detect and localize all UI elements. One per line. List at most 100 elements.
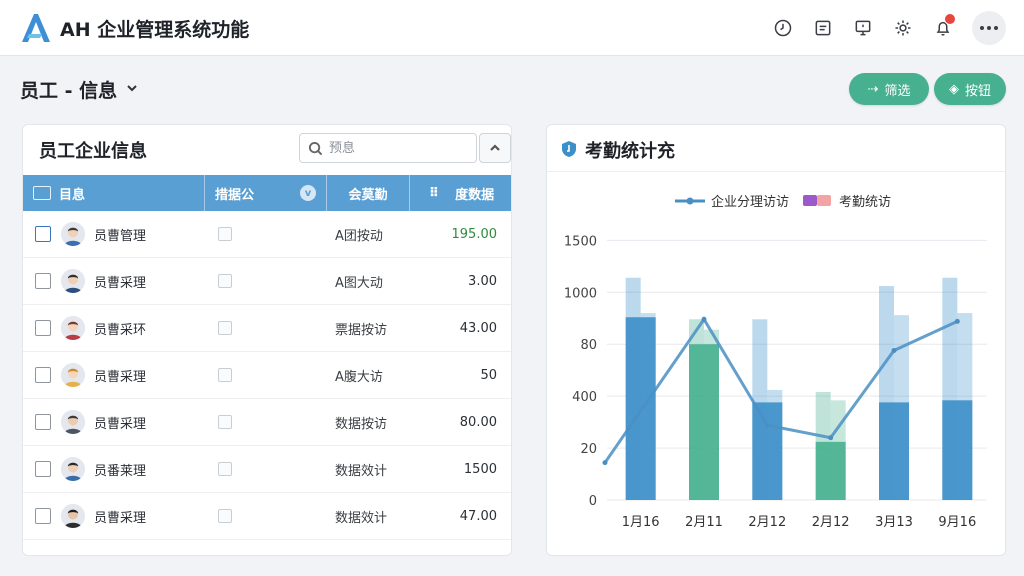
more-icon[interactable] — [972, 11, 1006, 45]
department-cell: 数据效计 — [335, 463, 388, 479]
y-tick-label: 20 — [580, 442, 597, 457]
avatar — [61, 504, 85, 528]
search-icon — [308, 141, 323, 155]
y-tick-label: 400 — [572, 390, 597, 405]
collapse-button[interactable] — [479, 133, 511, 163]
table-card-title: 员工企业信息 — [39, 141, 147, 162]
value-cell: 3.00 — [468, 273, 497, 289]
row-checkbox[interactable] — [35, 414, 51, 430]
monitor-icon[interactable] — [846, 11, 880, 45]
line-point — [954, 318, 960, 324]
top-icons — [766, 11, 1006, 45]
search-box[interactable] — [299, 133, 477, 163]
department-cell: 票据按访 — [335, 322, 388, 338]
clock-icon[interactable] — [766, 11, 800, 45]
x-tick-label: 2月12 — [748, 515, 786, 530]
column-header[interactable]: 会莫勤 — [327, 175, 410, 211]
employee-name: 员曹管理 — [94, 228, 147, 244]
line-point — [701, 316, 707, 322]
shield-icon — [562, 141, 576, 157]
table-row[interactable]: 员曹采理 A腹大访 50 — [23, 352, 511, 399]
column-header[interactable]: ⠿ 度数据 — [410, 175, 511, 211]
row-select-checkbox[interactable] — [218, 509, 232, 523]
table-row[interactable]: 员曹采理 数据效计 47.00 — [23, 493, 511, 540]
avatar — [61, 316, 85, 340]
app-title: AH 企业管理系统功能 — [60, 19, 250, 41]
x-tick-label: 2月12 — [812, 515, 850, 530]
column-header[interactable]: 目息 — [23, 175, 205, 211]
row-select-checkbox[interactable] — [218, 368, 232, 382]
sort-icon[interactable]: v — [300, 185, 316, 201]
calendar-icon — [33, 186, 51, 200]
legend-line-marker — [686, 197, 694, 205]
table-row[interactable]: 员曹管理 A团按动 195.00 — [23, 211, 511, 258]
filter-icon: ⇢ — [867, 81, 879, 97]
column-header-label: 措据公 — [215, 187, 255, 203]
filter-button[interactable]: ⇢ 筛选 — [849, 73, 929, 105]
line-point — [764, 422, 770, 428]
export-button[interactable]: ◈ 按钮 — [934, 73, 1006, 105]
attendance-chart-card: 考勤统计充 企业分理访访 考勤统访 0 20 400 80 1000 1500 1月16 2月11… — [546, 124, 1006, 556]
avatar — [61, 269, 85, 293]
row-select-checkbox[interactable] — [218, 274, 232, 288]
value-cell: 195.00 — [451, 226, 498, 242]
legend-label: 考勤统访 — [839, 195, 891, 210]
top-bar: AH 企业管理系统功能 — [0, 0, 1024, 56]
bar — [815, 441, 846, 500]
chart-card-title: 考勤统计充 — [585, 141, 675, 162]
row-checkbox[interactable] — [35, 226, 51, 242]
employee-name: 员曹采理 — [94, 369, 147, 385]
document-icon[interactable] — [806, 11, 840, 45]
table-body: 员曹管理 A团按动 195.00 员曹采理 A图大动 3.00 员曹采环 票据按访 43.00 员… — [23, 211, 511, 540]
value-cell: 47.00 — [459, 508, 497, 524]
filter-button-label: 筛选 — [884, 83, 911, 99]
row-checkbox[interactable] — [35, 273, 51, 289]
table-row[interactable]: 员番莱理 数据效计 1500 — [23, 446, 511, 493]
row-select-checkbox[interactable] — [218, 227, 232, 241]
legend-label: 企业分理访访 — [711, 194, 789, 210]
employee-name: 员曹采理 — [94, 416, 147, 432]
grid-icon: ⠿ — [428, 185, 440, 201]
employee-table-card: 员工企业信息 目息 措据公 v 会莫勤 ⠿ 度数据 员曹管理 A团按动 195.00… — [22, 124, 512, 556]
legend-bar-swatch — [803, 195, 817, 206]
gear-icon[interactable] — [886, 11, 920, 45]
chevron-down-icon[interactable] — [125, 80, 139, 99]
value-cell: 80.00 — [459, 414, 497, 430]
table-row[interactable]: 员曹采环 票据按访 43.00 — [23, 305, 511, 352]
row-select-checkbox[interactable] — [218, 415, 232, 429]
department-cell: A团按动 — [335, 228, 383, 244]
export-button-label: 按钮 — [964, 83, 991, 99]
row-checkbox[interactable] — [35, 461, 51, 477]
employee-name: 员曹采理 — [94, 510, 147, 526]
column-header-label: 目息 — [59, 187, 86, 203]
table-row[interactable]: 员曹采理 数据按访 80.00 — [23, 399, 511, 446]
line-point — [891, 347, 897, 353]
column-header-label: 度数据 — [455, 187, 495, 203]
department-cell: 数据效计 — [335, 510, 388, 526]
bar — [689, 344, 719, 500]
line-point — [828, 435, 834, 441]
search-input[interactable] — [329, 140, 459, 156]
page-title: 员工 - 信息 — [20, 80, 118, 102]
y-tick-label: 1000 — [564, 286, 597, 301]
row-checkbox[interactable] — [35, 508, 51, 524]
legend-bar-swatch — [817, 195, 831, 206]
y-tick-label: 1500 — [564, 234, 597, 249]
avatar — [61, 363, 85, 387]
y-tick-label: 80 — [580, 338, 597, 353]
y-tick-label: 0 — [589, 494, 597, 509]
drop-icon: ◈ — [948, 81, 959, 97]
bell-icon[interactable] — [926, 11, 960, 45]
row-checkbox[interactable] — [35, 367, 51, 383]
row-checkbox[interactable] — [35, 320, 51, 336]
x-tick-label: 2月11 — [685, 515, 723, 530]
department-cell: A腹大访 — [335, 369, 383, 385]
attendance-chart: 企业分理访访 考勤统访 0 20 400 80 1000 1500 1月16 2月11 2月12 2月… — [564, 194, 987, 530]
employee-name: 员曹采环 — [94, 322, 147, 338]
row-select-checkbox[interactable] — [218, 462, 232, 476]
a-logo-icon — [22, 14, 50, 42]
row-select-checkbox[interactable] — [218, 321, 232, 335]
column-header[interactable]: 措据公 v — [205, 175, 327, 211]
table-row[interactable]: 员曹采理 A图大动 3.00 — [23, 258, 511, 305]
chevron-up-icon — [490, 144, 500, 151]
